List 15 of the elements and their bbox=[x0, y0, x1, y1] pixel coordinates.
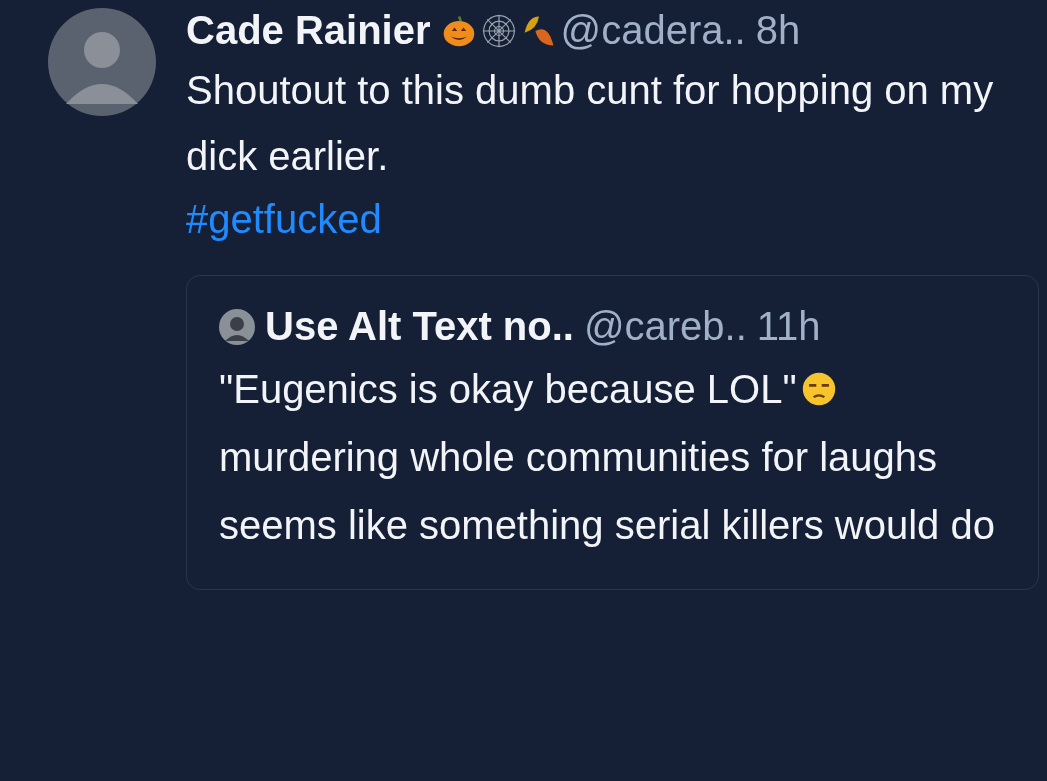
quoted-post-time[interactable]: 11h bbox=[756, 304, 821, 349]
hashtag-link[interactable]: #getfucked bbox=[186, 189, 382, 249]
avatar-photo-placeholder[interactable] bbox=[219, 308, 255, 345]
unamused-face-icon bbox=[800, 371, 837, 407]
author-handle[interactable]: @cadera.. bbox=[560, 8, 746, 53]
post-time[interactable]: 8h bbox=[755, 8, 801, 53]
quoted-post-text: murdering whole communities for laughs seems like something serial killers would do bbox=[219, 435, 995, 547]
author-name[interactable]: Cade Rainier bbox=[186, 8, 431, 53]
spiderweb-icon bbox=[480, 12, 517, 49]
quoted-author-name[interactable]: Use Alt Text no.. bbox=[265, 304, 574, 349]
avatar-photo-placeholder[interactable] bbox=[48, 8, 156, 116]
quoted-author-handle[interactable]: @careb.. bbox=[583, 304, 747, 349]
quoted-post-card[interactable]: Use Alt Text no.. @careb.. 11h "Eugenics is okay because LOL" murdering whole communities for laughs seems like something serial killers would do bbox=[186, 275, 1039, 590]
post-text: Shoutout to this dumb cunt for hopping on my dick earlier. bbox=[186, 67, 995, 180]
quoted-post-text: "Eugenics is okay because LOL" bbox=[219, 367, 797, 411]
